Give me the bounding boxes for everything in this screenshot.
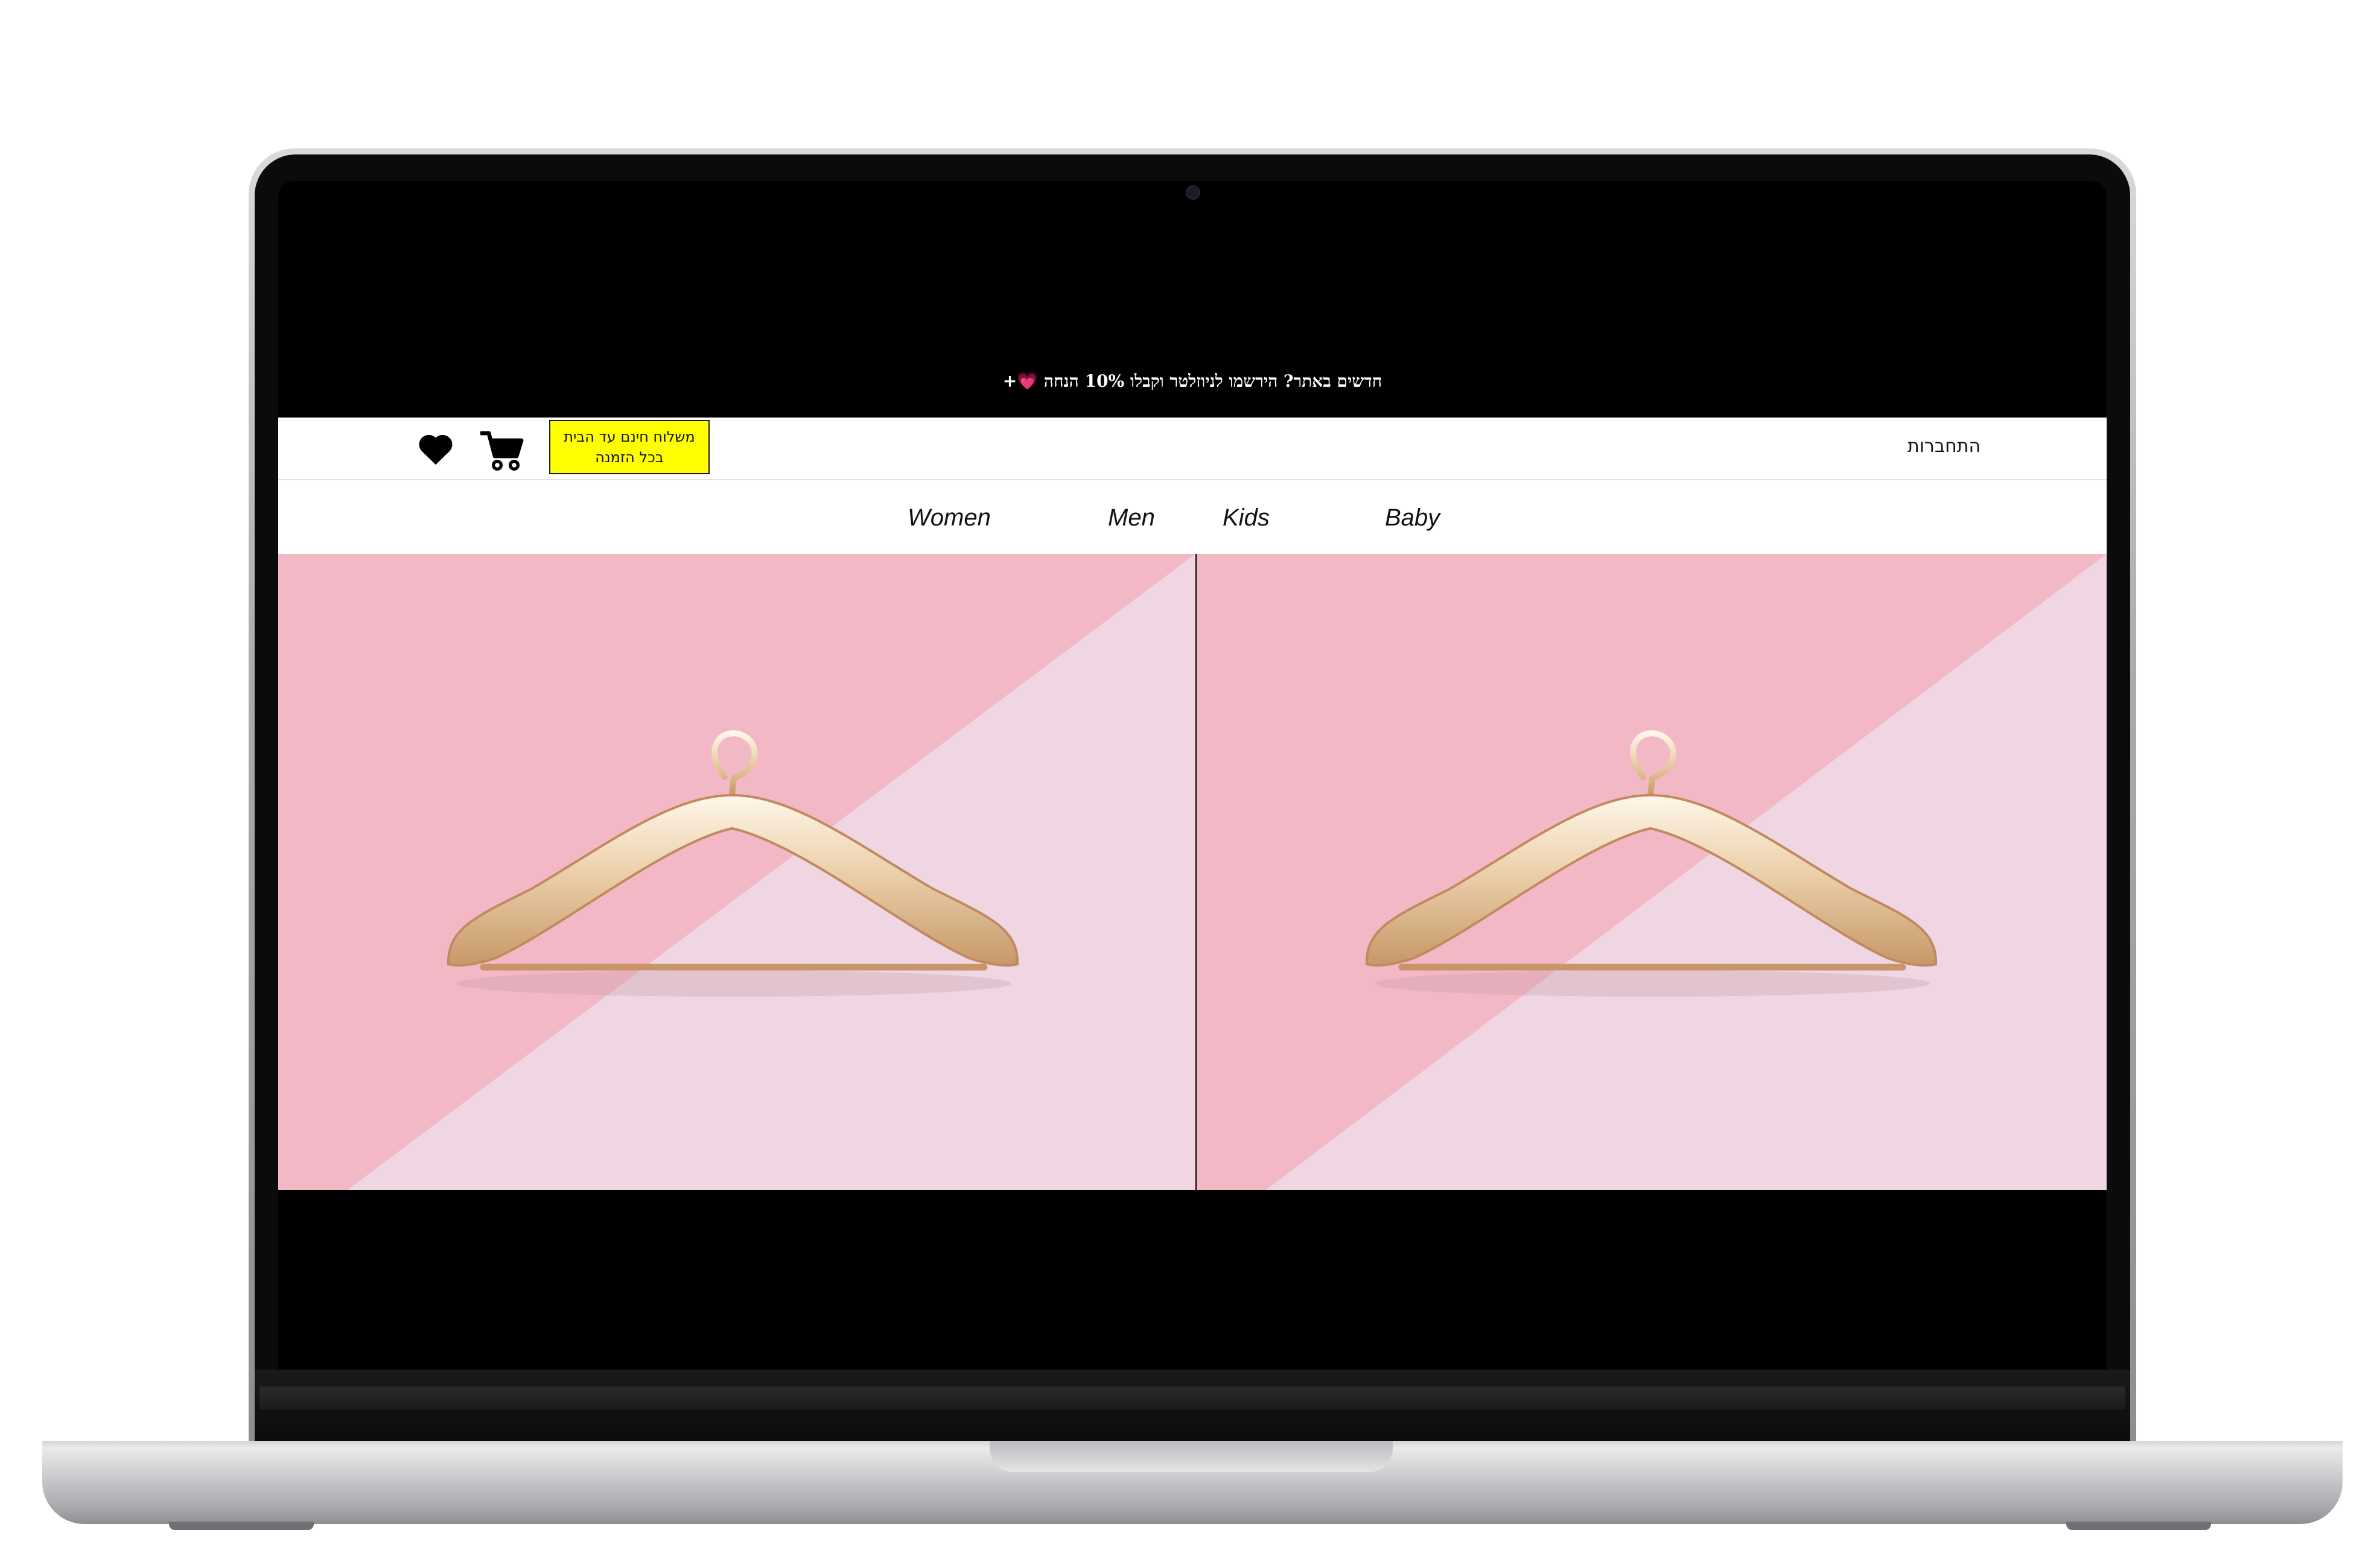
hero-banner-right[interactable] bbox=[1197, 554, 2107, 1190]
category-nav: Women Men Kids Baby bbox=[278, 480, 2107, 554]
laptop-foot-left bbox=[169, 1522, 314, 1530]
site-header: משלוח חינם עד הבית בכל הזמנה התחברות bbox=[278, 418, 2107, 480]
laptop-thumb-notch bbox=[990, 1441, 1393, 1472]
shipping-line-1: משלוח חינם עד הבית bbox=[564, 428, 695, 445]
nav-baby[interactable]: Baby bbox=[1385, 504, 1440, 532]
hero-banners bbox=[278, 554, 2107, 1190]
laptop-foot-right bbox=[2066, 1522, 2211, 1530]
cart-icon[interactable] bbox=[480, 430, 524, 472]
nav-women[interactable]: Women bbox=[908, 504, 991, 532]
laptop-screen: +💗 חדשים באתר? הירשמו לניוזלטר וקבלו 10%… bbox=[278, 181, 2107, 1370]
nav-kids[interactable]: Kids bbox=[1223, 504, 1270, 532]
laptop-hinge bbox=[259, 1387, 2125, 1409]
login-link[interactable]: התחברות bbox=[1908, 436, 1981, 457]
shipping-line-2: בכל הזמנה bbox=[595, 449, 664, 466]
hero-banner-left[interactable] bbox=[278, 554, 1195, 1190]
heart-icon[interactable] bbox=[417, 432, 454, 466]
free-shipping-badge[interactable]: משלוח חינם עד הבית בכל הזמנה bbox=[549, 420, 710, 474]
nav-men[interactable]: Men bbox=[1108, 504, 1155, 532]
promo-banner[interactable]: +💗 חדשים באתר? הירשמו לניוזלטר וקבלו 10%… bbox=[278, 371, 2107, 392]
camera-icon bbox=[1186, 185, 1200, 200]
